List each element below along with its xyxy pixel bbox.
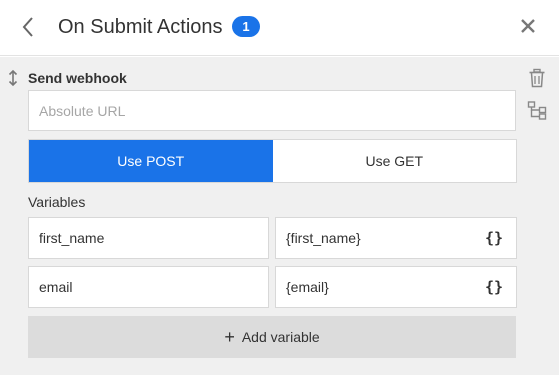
- chevron-left-icon: [22, 17, 33, 37]
- variable-row: first_name {first_name} {}: [28, 217, 517, 259]
- variable-value-text: {first_name}: [286, 230, 361, 246]
- variables-label: Variables: [28, 194, 86, 210]
- variable-value-field[interactable]: {first_name} {}: [275, 217, 517, 259]
- variable-name-field[interactable]: email: [28, 266, 269, 308]
- variable-row: email {email} {}: [28, 266, 517, 308]
- insert-field-braces-icon[interactable]: {}: [483, 227, 505, 249]
- plus-icon: +: [224, 327, 235, 347]
- webhook-url-input[interactable]: [28, 90, 516, 131]
- drag-vertical-icon: [8, 69, 18, 87]
- drag-handle[interactable]: [6, 69, 20, 87]
- http-method-toggle: Use POST Use GET: [28, 139, 517, 183]
- delete-action-button[interactable]: [528, 68, 546, 88]
- close-button[interactable]: [518, 16, 538, 36]
- action-title: Send webhook: [28, 70, 127, 86]
- variable-value-text: {email}: [286, 279, 329, 295]
- add-variable-button[interactable]: + Add variable: [28, 316, 516, 358]
- add-variable-label: Add variable: [241, 329, 320, 345]
- variable-value-field[interactable]: {email} {}: [275, 266, 517, 308]
- action-count-badge: 1: [232, 16, 260, 37]
- close-icon: [521, 19, 535, 33]
- webhook-action-card: Send webhook Use POST Use GET Variables …: [0, 57, 559, 375]
- trash-icon: [529, 68, 545, 88]
- use-post-button[interactable]: Use POST: [29, 140, 273, 182]
- insert-field-braces-icon[interactable]: {}: [483, 276, 505, 298]
- conditional-logic-button[interactable]: [527, 100, 547, 120]
- variable-name-field[interactable]: first_name: [28, 217, 269, 259]
- page-title: On Submit Actions: [58, 16, 223, 38]
- flow-branch-icon: [527, 101, 547, 120]
- panel-header: On Submit Actions 1: [0, 0, 559, 56]
- back-button[interactable]: [18, 14, 40, 40]
- use-get-button[interactable]: Use GET: [272, 140, 516, 182]
